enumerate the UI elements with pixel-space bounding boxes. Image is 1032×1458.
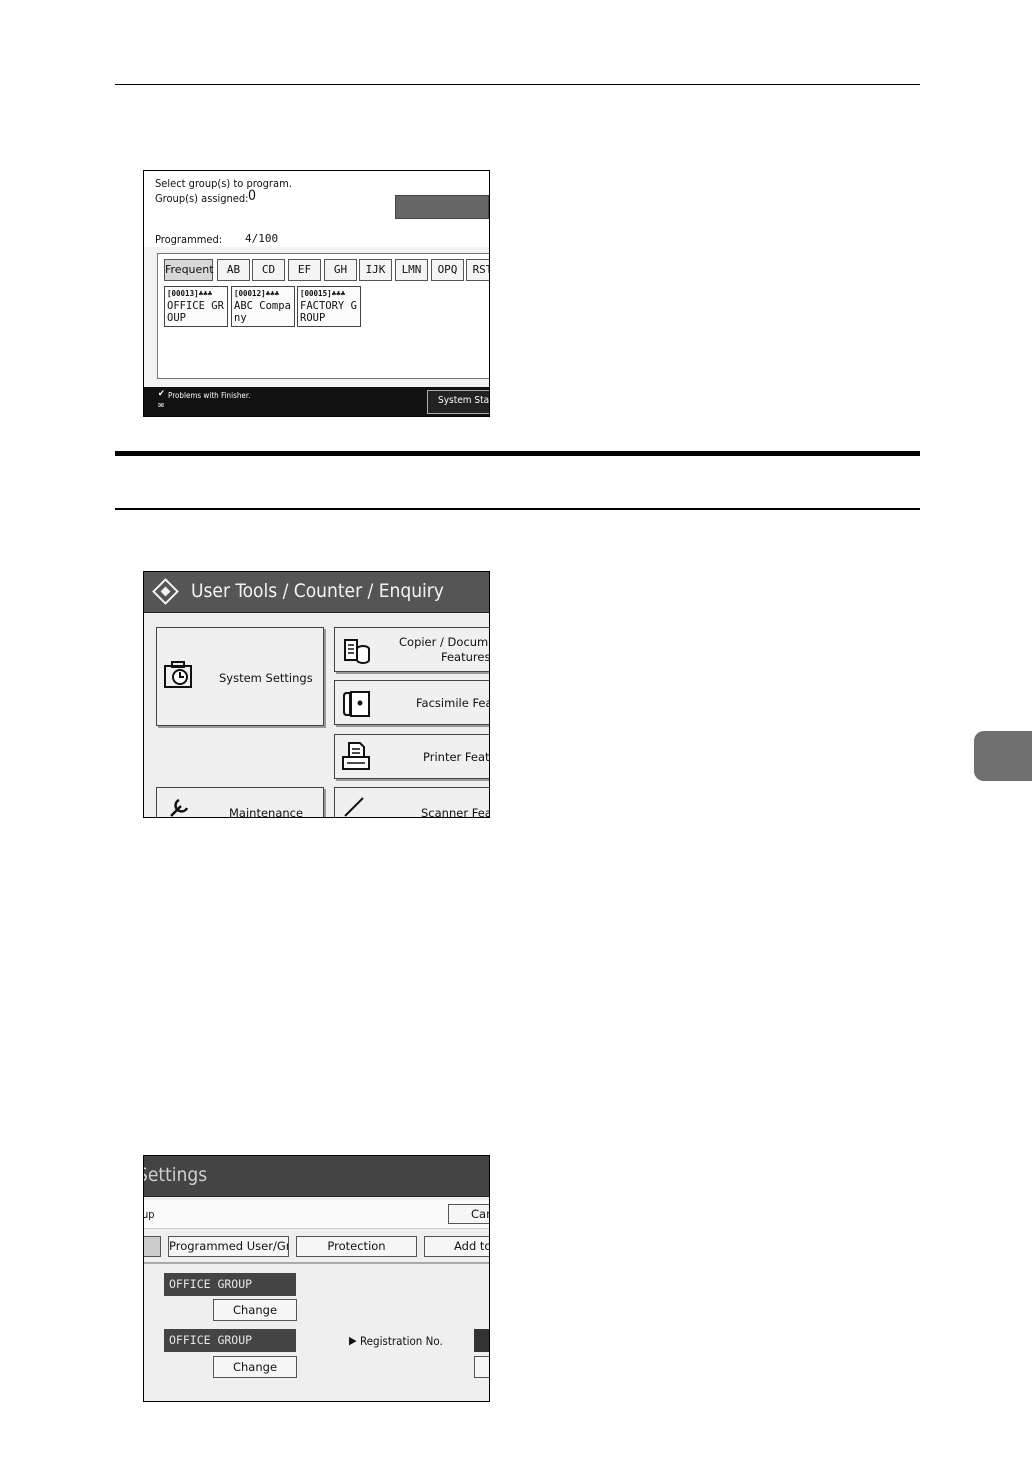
groups-assigned-label: Group(s) assigned: [155,192,249,205]
user-tools-screen: User Tools / Counter / Enquiry System Se… [143,571,490,818]
header-rule [115,84,920,85]
group-name-field-1: OFFICE GROUP [164,1273,296,1296]
group-select-screen: Select group(s) to program. Group(s) ass… [143,170,490,417]
tab-underline [144,1262,489,1264]
scanner-label: Scanner Features [421,806,489,818]
facsimile-icon [343,691,370,717]
scanner-features-button[interactable]: Scanner Features [334,787,489,818]
registration-number: [00015] [300,289,332,298]
tab-opq[interactable]: OPQ [431,259,464,281]
dark-action-button[interactable] [395,195,489,219]
scanner-icon [343,797,371,817]
tab-programmed-user-group[interactable]: Programmed User/Group [168,1236,289,1257]
breadcrumb: up [143,1208,155,1221]
tab-cd[interactable]: CD [252,259,285,281]
tab-ab[interactable]: AB [217,259,250,281]
programmed-label: Programmed: [155,233,223,246]
destination-key[interactable]: [00013]♣♣♣ OFFICE GROUP [164,286,228,327]
facsimile-label: Facsimile Features [416,696,489,710]
destination-name: ABC Company [234,299,291,325]
change-button-2[interactable]: Change [213,1356,297,1378]
screen-title: Settings [143,1164,208,1186]
facsimile-features-button[interactable]: Facsimile Features [334,680,489,725]
copier-icon [344,639,370,664]
tab-ijk[interactable]: IJK [359,259,392,281]
address-book-settings-screen: Settings up Cancel Programmed User/Group… [143,1155,490,1402]
copier-label-line2: Features [441,650,490,664]
arrow-right-icon: ▶ [349,1334,357,1347]
group-icon: ♣♣♣ [331,289,346,298]
tab-protection[interactable]: Protection [296,1236,417,1257]
destination-key[interactable]: [00012]♣♣♣ ABC Company [231,286,295,327]
groups-assigned-value: 0 [248,188,257,204]
instruction-text: Select group(s) to program. [155,177,292,190]
alert-icon: ✔ [158,389,165,399]
tab-partial[interactable] [144,1236,161,1257]
system-settings-icon [164,661,192,688]
maintenance-label: Maintenance [229,806,304,818]
registration-number-field [474,1329,489,1352]
tab-ef[interactable]: EF [288,259,321,281]
registration-change-button[interactable] [474,1356,489,1378]
screen-title: User Tools / Counter / Enquiry [191,580,444,602]
printer-icon [342,742,370,770]
status-message: Problems with Finisher. [168,391,251,400]
copier-document-features-button[interactable]: Copier / Document Features [334,627,490,672]
tab-gh[interactable]: GH [324,259,357,281]
destination-name: FACTORY GROUP [300,299,357,325]
tab-rst[interactable]: RST [466,259,489,281]
registration-number-label: Registration No. [360,1334,443,1348]
maintenance-button[interactable]: Maintenance [156,787,324,818]
system-status-label: System Status [438,395,490,406]
group-icon: ♣♣♣ [265,289,280,298]
system-settings-label: System Settings [219,671,313,685]
mail-icon: ✉ [158,401,165,410]
section-rule-thick [115,451,920,456]
breadcrumb-bar [144,1200,489,1229]
destination-key[interactable]: [00015]♣♣♣ FACTORY GROUP [297,286,361,327]
section-rule-thin [115,508,920,510]
cancel-button[interactable]: Cancel [448,1204,489,1224]
printer-label: Printer Features [423,750,490,764]
group-name-field-2: OFFICE GROUP [164,1329,296,1352]
wrench-icon [170,798,189,817]
tab-add-to[interactable]: Add to [424,1236,489,1257]
programmed-value: 4/100 [245,232,279,245]
tab-lmn[interactable]: LMN [395,259,428,281]
change-button-1[interactable]: Change [213,1299,297,1321]
registration-number: [00013] [167,289,199,298]
tab-frequent[interactable]: Frequent [164,259,214,281]
group-icon: ♣♣♣ [198,289,213,298]
destination-name: OFFICE GROUP [167,299,224,325]
chapter-tab-marker [974,731,1032,781]
system-status-button[interactable]: System Status [427,390,490,414]
printer-features-button[interactable]: Printer Features [334,734,490,779]
copier-label-line1: Copier / Document [399,635,489,649]
registration-number: [00012] [234,289,266,298]
system-settings-button[interactable]: System Settings [156,627,324,726]
